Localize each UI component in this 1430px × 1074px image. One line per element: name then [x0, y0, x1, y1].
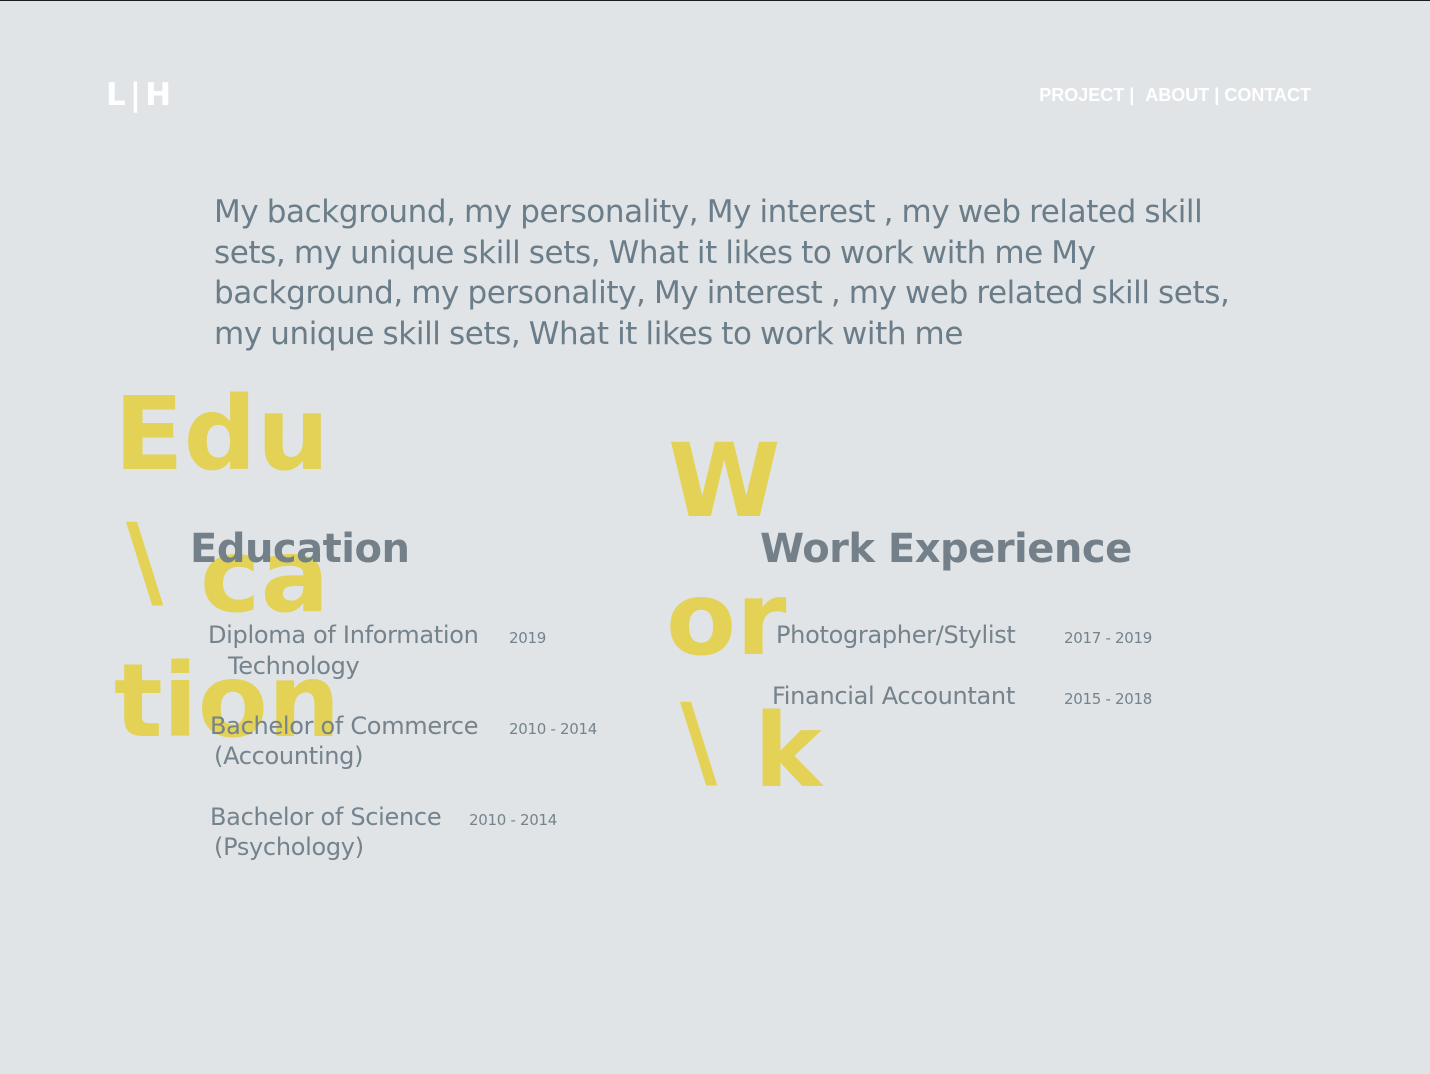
nav-link-about[interactable]: ABOUT |: [1145, 85, 1219, 105]
education-item-3-title: Bachelor of Science: [210, 803, 442, 831]
education-title: Education: [190, 526, 410, 572]
nav-link-project[interactable]: PROJECT |: [1039, 85, 1134, 105]
work-deco-or: or: [666, 560, 787, 679]
education-item-2-year: 2010 - 2014: [509, 720, 597, 738]
education-item-3-year: 2010 - 2014: [469, 811, 557, 829]
intro-paragraph: My background, my personality, My intere…: [214, 194, 1230, 352]
education-item-1-subtitle: Technology: [228, 652, 360, 680]
education-item-1-year: 2019: [509, 629, 546, 647]
work-item-1-role: Photographer/Stylist: [776, 621, 1016, 649]
work-title: Work Experience: [760, 526, 1132, 572]
education-deco-edu: Edu: [114, 375, 330, 494]
work-item-1-year: 2017 - 2019: [1064, 629, 1152, 647]
nav-link-contact[interactable]: CONTACT: [1224, 85, 1311, 105]
education-item-2-subtitle: (Accounting): [214, 742, 364, 770]
main-nav: PROJECT | ABOUT | CONTACT: [1039, 83, 1311, 107]
education-deco-slash: \: [126, 502, 164, 621]
work-deco-slash: \: [680, 682, 718, 801]
education-item-1-title: Diploma of Information: [208, 621, 479, 649]
work-deco-w: W: [668, 422, 781, 541]
work-deco-k: k: [754, 692, 822, 811]
education-item-2-title: Bachelor of Commerce: [210, 712, 479, 740]
education-item-3-subtitle: (Psychology): [214, 833, 364, 861]
work-item-2-year: 2015 - 2018: [1064, 690, 1152, 708]
work-item-2-role: Financial Accountant: [772, 682, 1015, 710]
site-logo[interactable]: L|H: [106, 75, 175, 115]
